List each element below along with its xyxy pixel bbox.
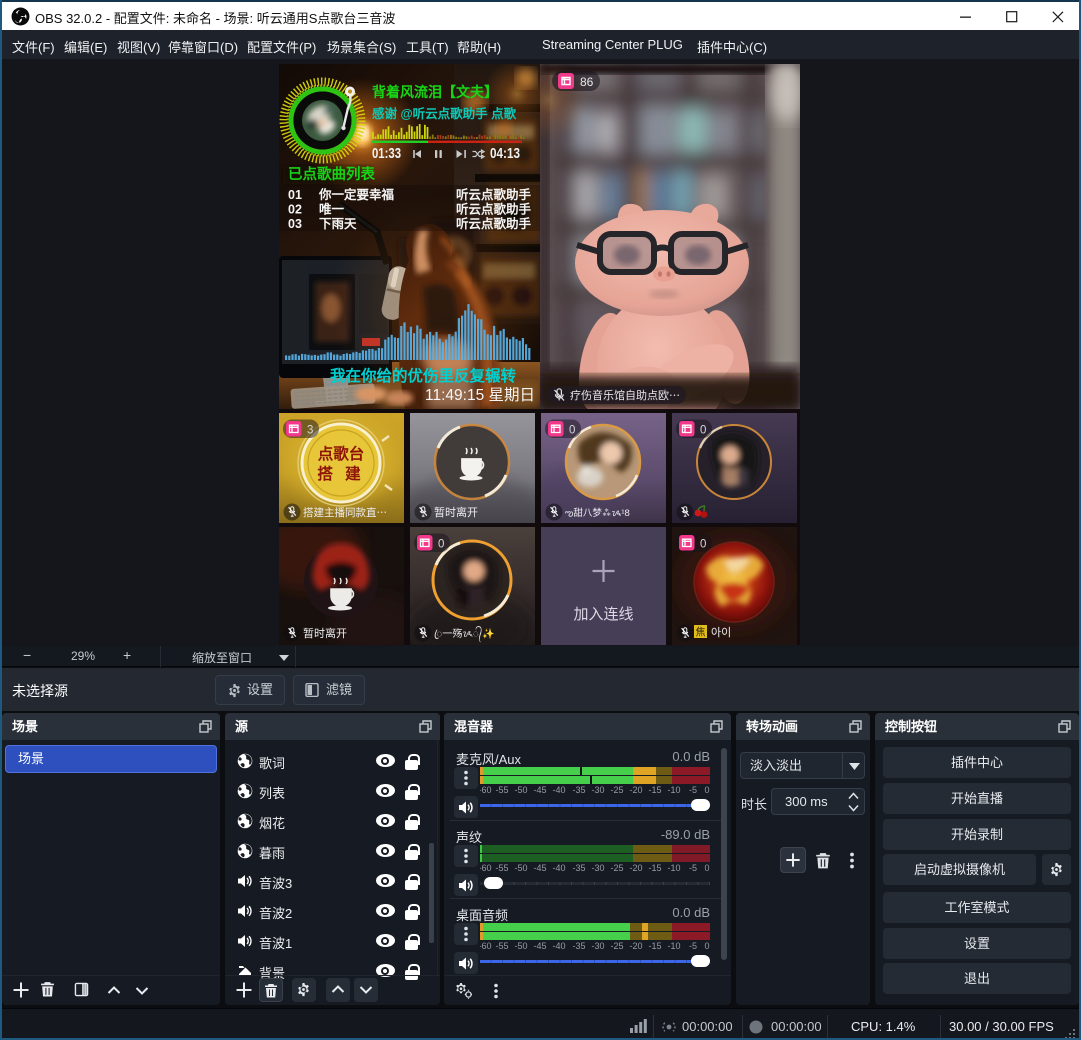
- svg-text:听云点歌助手: 听云点歌助手: [456, 216, 532, 231]
- svg-text:加入连线: 加入连线: [573, 606, 633, 623]
- svg-text:暂时离开: 暂时离开: [434, 505, 478, 519]
- svg-text:01:33: 01:33: [372, 145, 401, 162]
- svg-text:ఌ甜八梦⁂ᝰ¹8: ఌ甜八梦⁂ᝰ¹8: [565, 507, 630, 519]
- svg-text:-35: -35: [572, 785, 585, 795]
- svg-text:0: 0: [700, 425, 706, 437]
- svg-text:-25: -25: [610, 785, 623, 795]
- svg-text:-60: -60: [480, 863, 492, 873]
- svg-text:唯一: 唯一: [319, 202, 345, 217]
- svg-text:暂时离开: 暂时离开: [303, 626, 347, 640]
- svg-text:86: 86: [580, 75, 594, 89]
- svg-text:疗伤音乐馆自助点欧⋯: 疗伤音乐馆自助点欧⋯: [570, 388, 680, 402]
- svg-text:-10: -10: [667, 785, 680, 795]
- svg-text:-25: -25: [610, 863, 623, 873]
- svg-text:-15: -15: [648, 863, 661, 873]
- svg-text:0: 0: [569, 425, 575, 437]
- svg-text:-60: -60: [480, 785, 492, 795]
- svg-text:听云点歌助手: 听云点歌助手: [456, 202, 532, 217]
- svg-text:-5: -5: [689, 941, 697, 951]
- svg-text:-40: -40: [552, 863, 565, 873]
- svg-text:下雨天: 下雨天: [319, 217, 357, 231]
- svg-text:아이: 아이: [711, 626, 731, 639]
- svg-text:-10: -10: [667, 863, 680, 873]
- svg-text:-55: -55: [495, 785, 508, 795]
- svg-text:11:49:15 星期日: 11:49:15 星期日: [425, 386, 535, 404]
- svg-text:-10: -10: [667, 941, 680, 951]
- svg-text:我在你给的优伤里反复辗转: 我在你给的优伤里反复辗转: [330, 366, 517, 385]
- svg-text:焦: 焦: [696, 626, 706, 639]
- svg-text:-15: -15: [648, 941, 661, 951]
- svg-text:点歌台: 点歌台: [318, 444, 365, 463]
- svg-text:-55: -55: [495, 863, 508, 873]
- svg-text:0: 0: [704, 941, 709, 951]
- svg-text:-30: -30: [591, 941, 604, 951]
- svg-text:03: 03: [288, 217, 302, 231]
- svg-text:背着风流泪【文夫】: 背着风流泪【文夫】: [372, 84, 498, 100]
- svg-text:-35: -35: [572, 941, 585, 951]
- svg-text:-15: -15: [648, 785, 661, 795]
- svg-text:02: 02: [288, 203, 302, 217]
- svg-text:你一定要幸福: 你一定要幸福: [318, 187, 395, 202]
- svg-text:0: 0: [438, 539, 444, 551]
- svg-text:感谢 @听云点歌助手 点歌: 感谢 @听云点歌助手 点歌: [372, 106, 517, 121]
- svg-text:已点歌曲列表: 已点歌曲列表: [288, 165, 375, 183]
- svg-text:01: 01: [288, 188, 302, 202]
- svg-text:-30: -30: [591, 785, 604, 795]
- svg-text:-50: -50: [514, 941, 527, 951]
- svg-text:-25: -25: [610, 941, 623, 951]
- svg-text:-20: -20: [629, 863, 642, 873]
- svg-text:-35: -35: [572, 863, 585, 873]
- svg-text:-20: -20: [629, 785, 642, 795]
- svg-text:-45: -45: [533, 941, 546, 951]
- svg-text:搭 建: 搭 建: [317, 464, 364, 483]
- svg-text:-5: -5: [689, 863, 697, 873]
- svg-text:-40: -40: [552, 785, 565, 795]
- svg-text:-40: -40: [552, 941, 565, 951]
- svg-text:0: 0: [704, 785, 709, 795]
- svg-text:-20: -20: [629, 941, 642, 951]
- svg-text:-50: -50: [514, 785, 527, 795]
- svg-text:搭建主播同款直⋯: 搭建主播同款直⋯: [303, 506, 387, 519]
- svg-text:0: 0: [700, 539, 706, 551]
- svg-text:-45: -45: [533, 863, 546, 873]
- svg-text:-5: -5: [689, 785, 697, 795]
- svg-text:-55: -55: [495, 941, 508, 951]
- svg-text:3: 3: [307, 425, 313, 437]
- svg-text:-60: -60: [480, 941, 492, 951]
- svg-text:0: 0: [704, 863, 709, 873]
- svg-text:听云点歌助手: 听云点歌助手: [456, 187, 532, 202]
- svg-text:-30: -30: [591, 863, 604, 873]
- svg-text:04:13: 04:13: [490, 145, 520, 162]
- svg-text:-45: -45: [533, 785, 546, 795]
- svg-text:-50: -50: [514, 863, 527, 873]
